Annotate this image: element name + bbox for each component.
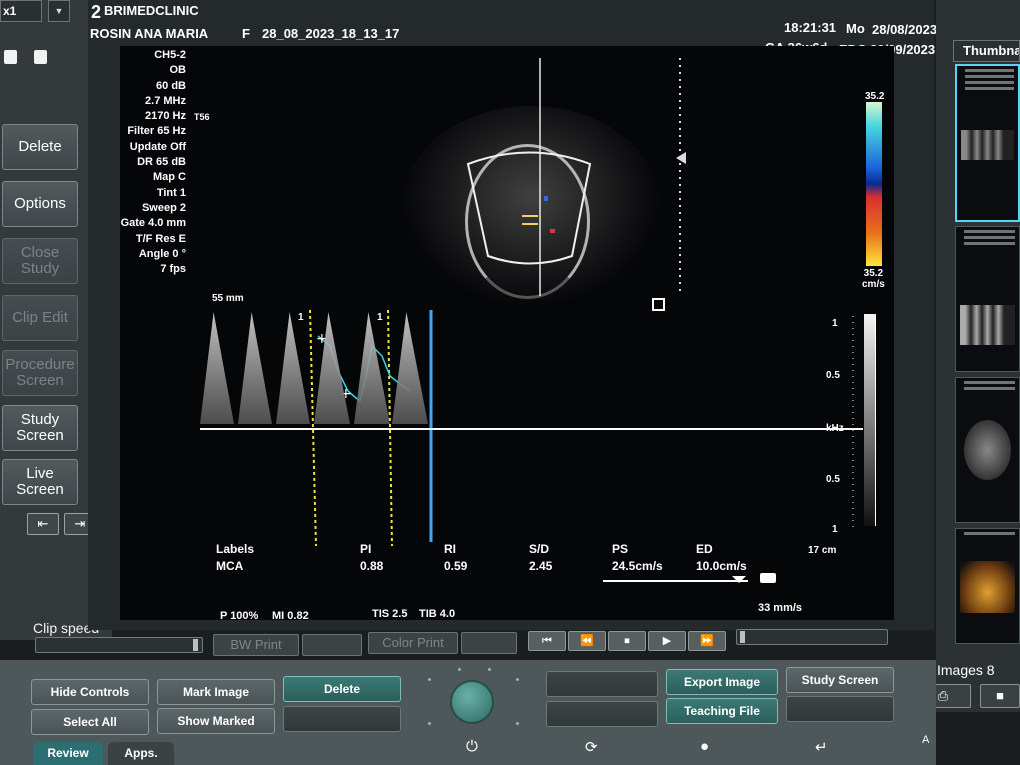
rewind-button[interactable]: ⏪: [568, 631, 606, 651]
ps-value: 24.5cm/s: [612, 559, 663, 573]
images-count: Images 8: [937, 662, 995, 678]
pi-value: 0.88: [360, 559, 384, 573]
doppler-depth: 17 cm: [808, 545, 837, 556]
doppler-spectrum: [200, 310, 432, 542]
mi-status: MI 0.82: [272, 610, 309, 622]
live-screen-button[interactable]: Live Screen: [2, 459, 78, 505]
blank-button-3[interactable]: [546, 701, 658, 727]
current-date: 28/08/2023: [872, 22, 938, 37]
clinic-name: BRIMEDCLINIC: [104, 3, 199, 18]
imaging-area[interactable]: CH5-2 OB 60 dB 2.7 MHz 2170 Hz Filter 65 Hz Up…: [120, 46, 894, 622]
blank-button-2[interactable]: [546, 671, 658, 697]
pi-label: PI: [360, 542, 372, 556]
clip-edit-button[interactable]: Clip Edit: [2, 295, 78, 341]
play-button[interactable]: ▶: [648, 631, 686, 651]
delete-image-button[interactable]: Delete: [283, 676, 401, 702]
import-arrow-icon[interactable]: ⇤: [27, 513, 59, 535]
printer-icon: ⎙: [937, 688, 949, 703]
delete-button[interactable]: Delete: [2, 124, 78, 170]
hide-controls-button[interactable]: Hide Controls: [31, 679, 149, 705]
doppler-scale-unit: kHz: [826, 423, 844, 434]
lock-icon[interactable]: [34, 50, 47, 64]
study-screen-bottom-button[interactable]: Study Screen: [786, 667, 894, 693]
zoom-select[interactable]: x1: [0, 0, 42, 22]
doppler-scale-lower-mid: 0.5: [826, 474, 840, 485]
color-scale-bottom: 35.2 cm/s: [862, 268, 885, 290]
return-icon[interactable]: ↵: [815, 738, 828, 756]
bw-print-extra-button[interactable]: [302, 634, 362, 656]
color-print-button[interactable]: Color Print: [368, 632, 458, 654]
cine-slider[interactable]: [736, 629, 888, 645]
ri-label: RI: [444, 542, 456, 556]
trackball[interactable]: [450, 680, 494, 724]
thumbnails-title: Thumbnails: [953, 40, 1020, 62]
power-icon[interactable]: ⏻: [466, 738, 478, 755]
thumbnail-2[interactable]: [955, 226, 1020, 372]
skip-back-button[interactable]: ⏮: [528, 631, 566, 651]
show-marked-button[interactable]: Show Marked: [157, 708, 275, 734]
select-all-button[interactable]: Select All: [31, 709, 149, 735]
vessel-label: MCA: [216, 559, 244, 573]
clip-speed-thumb[interactable]: [193, 639, 198, 651]
screen-number: 2: [91, 2, 102, 22]
cine-slider-thumb[interactable]: [740, 631, 745, 643]
procedure-screen-button[interactable]: Procedure Screen: [2, 350, 78, 396]
tab-review[interactable]: Review: [33, 742, 103, 765]
bw-print-button[interactable]: BW Print: [213, 634, 299, 656]
doppler-scale-bottom: 1: [832, 524, 838, 535]
ri-value: 0.59: [444, 559, 468, 573]
tab-apps[interactable]: Apps.: [108, 742, 174, 765]
doppler-scale-upper-mid: 0.5: [826, 370, 840, 381]
thumbnail-3[interactable]: [955, 377, 1020, 523]
stop-button[interactable]: ⏹: [608, 631, 646, 651]
stop-square-button[interactable]: ■: [980, 684, 1020, 708]
blank-button-1[interactable]: [283, 706, 401, 732]
save-icon[interactable]: [4, 50, 17, 64]
patient-sex: F: [242, 26, 250, 41]
color-velocity-bar: [866, 102, 882, 266]
labels-header: Labels: [216, 542, 255, 556]
blank-button-4[interactable]: [786, 696, 894, 722]
doppler-baseline: [200, 428, 863, 430]
sd-label: S/D: [529, 542, 550, 556]
power-status: P 100%: [220, 610, 259, 622]
mark-image-button[interactable]: Mark Image: [157, 679, 275, 705]
tib-status: TIB 4.0: [419, 608, 456, 620]
ed-value: 10.0cm/s: [696, 559, 747, 573]
fast-forward-button[interactable]: ⏩: [688, 631, 726, 651]
thumbnail-4[interactable]: [955, 528, 1020, 644]
study-screen-button[interactable]: Study Screen: [2, 405, 78, 451]
color-scale-top: 35.2: [865, 91, 885, 102]
chevron-down-icon[interactable]: ▼: [48, 0, 70, 22]
ps-label: PS: [612, 542, 629, 556]
thumbnail-1[interactable]: [955, 64, 1020, 222]
thumbnail-panel: Thumbnails: [936, 0, 1020, 712]
refresh-icon[interactable]: ⟳: [585, 738, 598, 756]
doppler-scale-top: 1: [832, 318, 838, 329]
day-of-week: Mo: [846, 21, 865, 36]
ed-label: ED: [696, 542, 713, 556]
study-id: 28_08_2023_18_13_17: [262, 26, 400, 41]
clock-time: 18:21:31: [784, 20, 837, 35]
clip-speed-slider[interactable]: [35, 637, 203, 653]
circle-icon[interactable]: ●: [700, 738, 709, 755]
options-button[interactable]: Options: [2, 181, 78, 227]
a-label-icon[interactable]: A: [922, 734, 929, 746]
teaching-file-button[interactable]: Teaching File: [666, 698, 778, 724]
sd-value: 2.45: [529, 559, 553, 573]
export-image-button[interactable]: Export Image: [666, 669, 778, 695]
patient-name: ROSIN ANA MARIA: [90, 26, 209, 41]
tis-status: TIS 2.5: [372, 608, 408, 620]
color-print-extra-button[interactable]: [461, 632, 517, 654]
grayscale-bar: [864, 314, 876, 526]
close-study-button[interactable]: Close Study: [2, 238, 78, 284]
sweep-speed: 33 mm/s: [758, 602, 803, 614]
square-icon: ■: [996, 688, 1004, 703]
